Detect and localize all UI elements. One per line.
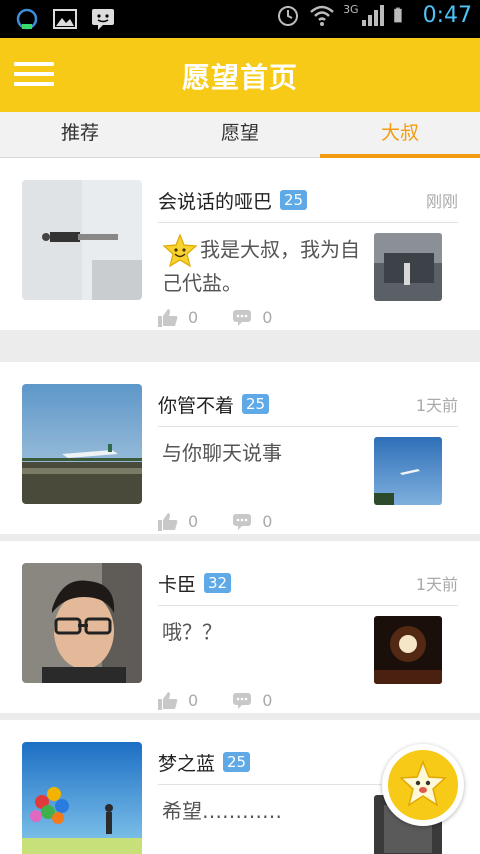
- divider: [158, 426, 458, 427]
- avatar[interactable]: [22, 180, 142, 300]
- star-smiley-icon: [162, 234, 198, 268]
- avatar[interactable]: [22, 742, 142, 854]
- feed-card[interactable]: 你管不着 25 1天前 与你聊天说事 0 0: [0, 362, 480, 534]
- tab-wish[interactable]: 愿望: [160, 112, 320, 157]
- wish-text-block[interactable]: 哦？？: [162, 617, 362, 647]
- comment-button[interactable]: 0: [232, 308, 272, 327]
- wish-text-block[interactable]: 我是大叔，我为自己代盐。: [162, 234, 362, 298]
- like-count: 0: [188, 691, 199, 710]
- comment-count: 0: [262, 308, 273, 327]
- comment-icon: [233, 513, 252, 530]
- image-notification-icon: [53, 9, 77, 29]
- chat-notification-icon: [16, 8, 38, 30]
- divider: [158, 222, 458, 223]
- age-badge: 25: [280, 190, 308, 210]
- wish-text-block[interactable]: 希望…………: [162, 796, 362, 826]
- age-badge: 25: [223, 752, 251, 772]
- wish-thumbnail[interactable]: [374, 233, 442, 301]
- star-mascot-icon: [399, 759, 447, 807]
- feed-card[interactable]: 卡臣 32 1天前 哦？？ 0 0: [0, 541, 480, 713]
- message-notification-icon: [92, 9, 114, 30]
- thumbs-up-icon: [158, 691, 178, 710]
- stats-row: 0 0: [158, 308, 298, 327]
- page-title: 愿望首页: [181, 61, 298, 94]
- wish-thumbnail[interactable]: [374, 616, 442, 684]
- wish-text: 希望…………: [162, 799, 282, 823]
- user-name[interactable]: 你管不着: [158, 391, 234, 418]
- comment-icon: [233, 692, 252, 709]
- post-time: 刚刚: [425, 192, 458, 211]
- wifi-icon: [310, 5, 334, 26]
- comment-count: 0: [262, 512, 273, 531]
- alarm-icon: [278, 6, 299, 26]
- avatar[interactable]: [22, 563, 142, 683]
- wish-text: 哦？？: [162, 620, 222, 644]
- like-count: 0: [188, 512, 199, 531]
- thumbs-up-icon: [158, 512, 178, 531]
- wish-text: 与你聊天说事: [162, 441, 282, 465]
- network-type: 3G: [343, 2, 359, 16]
- status-bar: 3G 0:47: [0, 0, 480, 38]
- clock: 0:47: [422, 2, 472, 28]
- age-badge: 25: [242, 394, 270, 414]
- floating-action-button[interactable]: [382, 744, 464, 826]
- thumbs-up-icon: [158, 308, 178, 327]
- divider: [158, 605, 458, 606]
- tab-recommend[interactable]: 推荐: [0, 112, 160, 157]
- tab-uncle[interactable]: 大叔: [320, 112, 480, 158]
- stats-row: 0 0: [158, 691, 298, 710]
- tab-bar: 推荐 愿望 大叔: [0, 112, 480, 158]
- wish-thumbnail[interactable]: [374, 437, 442, 505]
- age-badge: 32: [204, 573, 232, 593]
- like-button[interactable]: 0: [158, 691, 198, 710]
- feed-card[interactable]: 会说话的哑巴 25 刚刚 我是大叔，我为自己代盐。 0 0: [0, 158, 480, 330]
- app-header: 愿望首页: [0, 38, 480, 112]
- user-name[interactable]: 会说话的哑巴: [158, 187, 272, 214]
- comment-icon: [233, 309, 252, 326]
- comment-count: 0: [262, 691, 273, 710]
- user-name[interactable]: 梦之蓝: [158, 749, 215, 776]
- wish-text-block[interactable]: 与你聊天说事: [162, 438, 362, 468]
- like-button[interactable]: 0: [158, 512, 198, 531]
- comment-button[interactable]: 0: [232, 512, 272, 531]
- signal-icon: [361, 5, 384, 26]
- like-button[interactable]: 0: [158, 308, 198, 327]
- post-time: 1天前: [415, 575, 458, 594]
- battery-icon: [393, 7, 402, 23]
- user-name[interactable]: 卡臣: [158, 570, 196, 597]
- stats-row: 0 0: [158, 512, 298, 531]
- post-time: 1天前: [415, 396, 458, 415]
- avatar[interactable]: [22, 384, 142, 504]
- comment-button[interactable]: 0: [232, 691, 272, 710]
- like-count: 0: [188, 308, 199, 327]
